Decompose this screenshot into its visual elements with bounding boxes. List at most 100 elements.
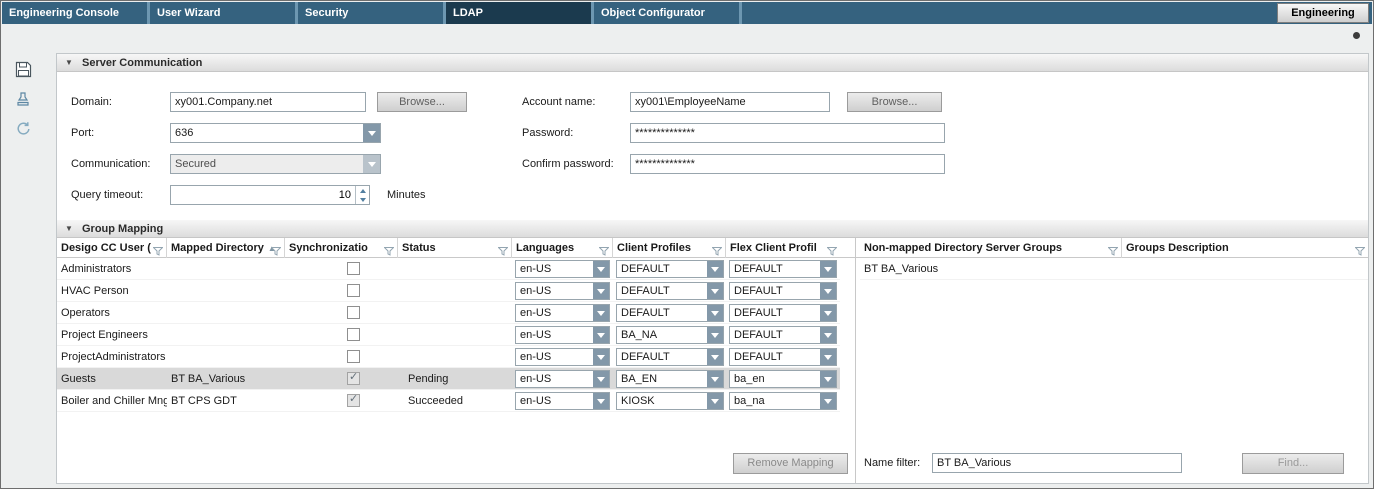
dropdown-arrow-icon[interactable]	[820, 393, 836, 409]
domain-input[interactable]	[170, 92, 366, 112]
find-button[interactable]: Find...	[1242, 453, 1344, 474]
column-header-status[interactable]: Status	[398, 238, 512, 258]
spin-down-icon[interactable]	[356, 195, 369, 204]
dropdown-arrow-icon[interactable]	[593, 261, 609, 277]
synchronize-checkbox[interactable]	[347, 284, 360, 297]
filter-icon[interactable]	[1108, 243, 1118, 258]
filter-icon[interactable]	[153, 243, 163, 258]
pin-icon[interactable]	[1353, 32, 1360, 39]
filter-icon[interactable]	[599, 243, 609, 258]
query-timeout-input[interactable]	[171, 186, 355, 204]
dropdown-arrow-icon[interactable]	[593, 393, 609, 409]
language-dropdown[interactable]: en-US	[515, 260, 610, 278]
account-name-input[interactable]	[630, 92, 830, 112]
column-header-groups-description[interactable]: Groups Description	[1122, 238, 1368, 258]
filter-icon[interactable]	[498, 243, 508, 258]
server-communication-header[interactable]: ▼ Server Communication	[57, 54, 1368, 72]
dropdown-arrow-icon[interactable]	[707, 283, 723, 299]
synchronize-checkbox[interactable]	[347, 350, 360, 363]
tab-ldap[interactable]: LDAP	[446, 2, 594, 24]
dropdown-arrow-icon[interactable]	[593, 305, 609, 321]
column-header-languages[interactable]: Languages	[512, 238, 613, 258]
stamp-button[interactable]	[10, 86, 36, 112]
language-dropdown[interactable]: en-US	[515, 304, 610, 322]
flex-client-profile-dropdown[interactable]: DEFAULT	[729, 326, 837, 344]
group-mapping-row-selected[interactable]: Guests BT BA_Various Pending en-US BA_EN…	[57, 368, 840, 390]
language-dropdown[interactable]: en-US	[515, 370, 610, 388]
filter-icon[interactable]	[827, 243, 837, 258]
group-mapping-row[interactable]: HVAC Person en-US DEFAULT DEFAULT	[57, 280, 840, 302]
communication-dropdown[interactable]: Secured	[170, 154, 381, 174]
language-dropdown[interactable]: en-US	[515, 282, 610, 300]
client-profile-dropdown[interactable]: KIOSK	[616, 392, 724, 410]
dropdown-arrow-icon[interactable]	[593, 349, 609, 365]
tab-security[interactable]: Security	[298, 2, 446, 24]
name-filter-input[interactable]	[932, 453, 1182, 473]
filter-icon[interactable]	[384, 243, 394, 258]
client-profile-dropdown[interactable]: BA_EN	[616, 370, 724, 388]
dropdown-arrow-icon[interactable]	[363, 124, 380, 142]
account-browse-button[interactable]: Browse...	[847, 92, 942, 112]
dropdown-arrow-icon[interactable]	[707, 371, 723, 387]
dropdown-arrow-icon[interactable]	[707, 393, 723, 409]
directory-group-row[interactable]: BT BA_Various	[860, 258, 1368, 280]
group-mapping-row[interactable]: Project Engineers en-US BA_NA DEFAULT	[57, 324, 840, 346]
column-header-client-profiles[interactable]: Client Profiles	[613, 238, 726, 258]
dropdown-arrow-icon[interactable]	[707, 261, 723, 277]
flex-client-profile-dropdown[interactable]: DEFAULT	[729, 304, 837, 322]
dropdown-arrow-icon[interactable]	[707, 349, 723, 365]
refresh-button[interactable]	[10, 116, 36, 142]
spin-up-icon[interactable]	[356, 186, 369, 195]
flex-client-profile-dropdown[interactable]: DEFAULT	[729, 260, 837, 278]
remove-mapping-button[interactable]: Remove Mapping	[733, 453, 848, 474]
confirm-password-input[interactable]	[630, 154, 945, 174]
synchronize-checkbox[interactable]	[347, 306, 360, 319]
save-button[interactable]	[10, 56, 36, 82]
flex-client-profile-dropdown[interactable]: DEFAULT	[729, 348, 837, 366]
client-profile-dropdown[interactable]: DEFAULT	[616, 260, 724, 278]
language-dropdown[interactable]: en-US	[515, 326, 610, 344]
dropdown-arrow-icon[interactable]	[820, 349, 836, 365]
synchronize-checkbox[interactable]	[347, 394, 360, 407]
synchronize-checkbox[interactable]	[347, 262, 360, 275]
tab-user-wizard[interactable]: User Wizard	[150, 2, 298, 24]
client-profile-dropdown[interactable]: BA_NA	[616, 326, 724, 344]
dropdown-arrow-icon[interactable]	[820, 327, 836, 343]
language-dropdown[interactable]: en-US	[515, 392, 610, 410]
filter-icon[interactable]	[1355, 243, 1365, 258]
column-header-nonmapped-groups[interactable]: Non-mapped Directory Server Groups	[860, 238, 1122, 258]
flex-client-profile-dropdown[interactable]: DEFAULT	[729, 282, 837, 300]
column-header-synchronization[interactable]: Synchronizatio	[285, 238, 398, 258]
column-header-user-groups[interactable]: Desigo CC User (	[57, 238, 167, 258]
group-mapping-row[interactable]: Administrators en-US DEFAULT DEFAULT	[57, 258, 840, 280]
filter-icon[interactable]	[271, 243, 281, 258]
dropdown-arrow-icon[interactable]	[593, 371, 609, 387]
tab-object-configurator[interactable]: Object Configurator	[594, 2, 742, 24]
dropdown-arrow-icon[interactable]	[820, 371, 836, 387]
dropdown-arrow-icon[interactable]	[593, 283, 609, 299]
tab-engineering-console[interactable]: Engineering Console	[2, 2, 150, 24]
group-mapping-row[interactable]: ProjectAdministrators en-US DEFAULT DEFA…	[57, 346, 840, 368]
client-profile-dropdown[interactable]: DEFAULT	[616, 282, 724, 300]
password-input[interactable]	[630, 123, 945, 143]
column-header-flex-client-profile[interactable]: Flex Client Profil	[726, 238, 840, 258]
dropdown-arrow-icon[interactable]	[820, 305, 836, 321]
dropdown-arrow-icon[interactable]	[820, 283, 836, 299]
dropdown-arrow-icon[interactable]	[593, 327, 609, 343]
group-mapping-row[interactable]: Operators en-US DEFAULT DEFAULT	[57, 302, 840, 324]
flex-client-profile-dropdown[interactable]: ba_en	[729, 370, 837, 388]
domain-browse-button[interactable]: Browse...	[377, 92, 467, 112]
dropdown-arrow-icon[interactable]	[707, 305, 723, 321]
synchronize-checkbox[interactable]	[347, 372, 360, 385]
synchronize-checkbox[interactable]	[347, 328, 360, 341]
group-mapping-header[interactable]: ▼ Group Mapping	[57, 220, 1368, 238]
language-dropdown[interactable]: en-US	[515, 348, 610, 366]
engineering-mode-button[interactable]: Engineering	[1277, 3, 1369, 23]
port-dropdown[interactable]: 636	[170, 123, 381, 143]
dropdown-arrow-icon[interactable]	[707, 327, 723, 343]
group-mapping-row[interactable]: Boiler and Chiller Mng BT CPS GDT Succee…	[57, 390, 840, 412]
filter-icon[interactable]	[712, 243, 722, 258]
client-profile-dropdown[interactable]: DEFAULT	[616, 304, 724, 322]
query-timeout-stepper[interactable]	[170, 185, 370, 205]
column-header-mapped-directory[interactable]: Mapped Directory▲	[167, 238, 285, 258]
